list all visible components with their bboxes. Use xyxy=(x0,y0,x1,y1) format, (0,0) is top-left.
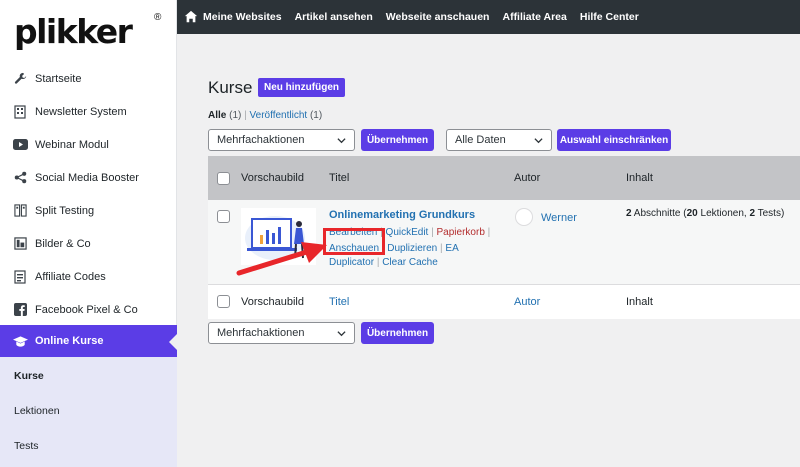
sidebar-item-online-kurse[interactable]: Online Kurse xyxy=(0,325,177,357)
filter-button[interactable]: Auswahl einschränken xyxy=(557,129,671,151)
avatar xyxy=(515,208,533,226)
row-actions-line3: Duplicator | Clear Cache xyxy=(329,257,438,268)
table-header: Vorschaubild Titel Autor Inhalt xyxy=(208,156,800,200)
chevron-down-icon xyxy=(337,330,346,336)
courses-table: Vorschaubild Titel Autor Inhalt Onlinema… xyxy=(208,156,800,319)
sidebar-item-label: Webinar Modul xyxy=(35,138,109,151)
column-footer-content: Inhalt xyxy=(626,296,653,308)
author-link[interactable]: Werner xyxy=(541,212,577,224)
split-icon xyxy=(12,203,28,219)
sidebar-item-facebook-pixel[interactable]: Facebook Pixel & Co xyxy=(0,293,177,326)
column-footer-author[interactable]: Autor xyxy=(514,285,540,319)
submenu-item-tests[interactable]: Tests xyxy=(0,429,177,462)
column-header-title[interactable]: Titel xyxy=(329,156,349,200)
filter-published[interactable]: Veröffentlicht xyxy=(250,110,308,121)
quickedit-link[interactable]: QuickEdit xyxy=(386,227,429,238)
submenu-item-lektionen[interactable]: Lektionen xyxy=(0,394,177,427)
bulk-actions-select-bottom[interactable]: Mehrfachaktionen xyxy=(208,322,355,344)
logo-text: plikker xyxy=(14,12,133,51)
clear-cache-link[interactable]: Clear Cache xyxy=(382,257,438,268)
sidebar-item-newsletter[interactable]: Newsletter System xyxy=(0,95,177,128)
column-header-author: Autor xyxy=(514,172,541,184)
wrench-icon xyxy=(12,71,28,87)
bulk-actions-value: Mehrfachaktionen xyxy=(217,327,305,339)
duplicate-link[interactable]: Duplizieren xyxy=(387,243,437,254)
date-filter-value: Alle Daten xyxy=(455,134,506,146)
lessons-label: Lektionen xyxy=(700,208,744,219)
date-filter-select[interactable]: Alle Daten xyxy=(446,129,552,151)
tests-count: 2 xyxy=(749,208,756,219)
chevron-down-icon xyxy=(337,137,346,143)
duplicator-link[interactable]: Duplicator xyxy=(329,257,374,268)
tests-label: Tests xyxy=(757,208,781,219)
course-title-link[interactable]: Onlinemarketing Grundkurs xyxy=(329,209,475,221)
filter-all[interactable]: Alle xyxy=(208,110,226,121)
sidebar-item-label: Affiliate Codes xyxy=(35,270,106,283)
logo[interactable]: plikker ® xyxy=(14,12,164,52)
topbar-view-site[interactable]: Webseite anschauen xyxy=(386,11,490,23)
sidebar-item-label: Facebook Pixel & Co xyxy=(35,303,138,316)
sidebar-item-label: Online Kurse xyxy=(35,335,104,347)
apply-button[interactable]: Übernehmen xyxy=(361,129,434,151)
column-header-content: Inhalt xyxy=(626,172,653,184)
share-icon xyxy=(12,170,28,186)
status-filters: Alle (1) | Veröffentlicht (1) xyxy=(208,110,322,121)
page-title: Kurse xyxy=(208,78,253,97)
apply-button-bottom[interactable]: Übernehmen xyxy=(361,322,434,344)
sidebar: plikker ® Startseite Newsletter System W… xyxy=(0,0,177,467)
graduation-cap-icon xyxy=(12,333,28,349)
sidebar-item-label: Bilder & Co xyxy=(35,237,91,250)
sidebar-item-bilder[interactable]: Bilder & Co xyxy=(0,227,177,260)
sections-count: 2 xyxy=(626,208,632,219)
topbar-my-sites[interactable]: Meine Websites xyxy=(184,10,282,24)
highlight-box xyxy=(323,228,385,255)
select-all-checkbox[interactable] xyxy=(217,172,230,185)
home-icon xyxy=(184,10,198,23)
submenu-item-kurse[interactable]: Kurse xyxy=(0,359,177,392)
youtube-icon xyxy=(12,137,28,153)
image-icon xyxy=(12,236,28,252)
select-all-checkbox-footer[interactable] xyxy=(217,295,230,308)
bulk-actions-select[interactable]: Mehrfachaktionen xyxy=(208,129,355,151)
code-icon xyxy=(12,269,28,285)
table-footer: Vorschaubild Titel Autor Inhalt xyxy=(208,285,800,319)
registered-mark: ® xyxy=(154,12,162,23)
trash-link[interactable]: Papierkorb xyxy=(437,227,485,238)
course-content-summary: 2 Abschnitte (20 Lektionen, 2 Tests) xyxy=(626,208,785,219)
column-footer-title[interactable]: Titel xyxy=(329,285,349,319)
sidebar-item-affiliate-codes[interactable]: Affiliate Codes xyxy=(0,260,177,293)
newsletter-icon xyxy=(12,104,28,120)
filter-separator: | xyxy=(244,110,247,121)
topbar-label: Meine Websites xyxy=(203,11,282,23)
sidebar-item-startseite[interactable]: Startseite xyxy=(0,62,177,95)
bulk-actions-value: Mehrfachaktionen xyxy=(217,134,305,146)
sidebar-item-label: Newsletter System xyxy=(35,105,127,118)
sidebar-item-label: Split Testing xyxy=(35,204,95,217)
topbar-view-posts[interactable]: Artikel ansehen xyxy=(295,11,373,23)
column-header-thumbnail: Vorschaubild xyxy=(241,172,304,184)
sidebar-item-social-media[interactable]: Social Media Booster xyxy=(0,161,177,194)
sidebar-item-label: Startseite xyxy=(35,72,82,85)
column-footer-thumbnail: Vorschaubild xyxy=(241,296,304,308)
row-checkbox[interactable] xyxy=(217,210,230,223)
chevron-down-icon xyxy=(534,137,543,143)
annotation-arrow-icon xyxy=(236,242,327,276)
facebook-icon xyxy=(12,302,28,318)
admin-bar: Meine Websites Artikel ansehen Webseite … xyxy=(177,0,800,34)
topbar-help-center[interactable]: Hilfe Center xyxy=(580,11,639,23)
lessons-count: 20 xyxy=(686,208,698,219)
sections-label: Abschnitte xyxy=(633,208,681,219)
ea-link[interactable]: EA xyxy=(445,243,458,254)
sidebar-item-label: Social Media Booster xyxy=(35,171,139,184)
filter-published-count: (1) xyxy=(309,110,323,121)
topbar-affiliate-area[interactable]: Affiliate Area xyxy=(502,11,566,23)
sidebar-item-webinar[interactable]: Webinar Modul xyxy=(0,128,177,161)
sidebar-item-split-testing[interactable]: Split Testing xyxy=(0,194,177,227)
filter-all-count: (1) xyxy=(229,110,242,121)
add-new-button[interactable]: Neu hinzufügen xyxy=(258,78,345,97)
